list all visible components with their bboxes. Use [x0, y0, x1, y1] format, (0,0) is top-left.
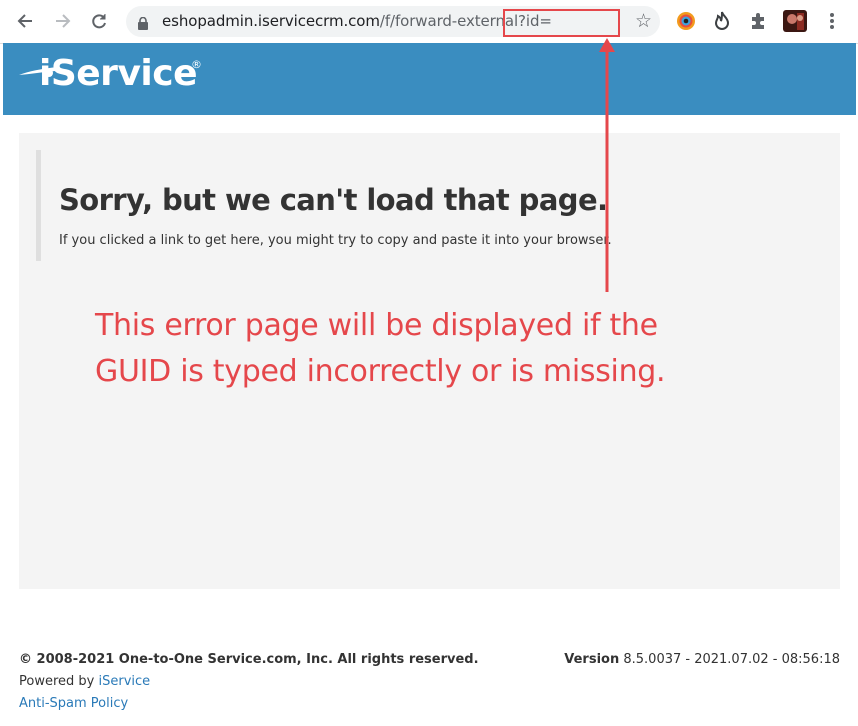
avatar[interactable]	[783, 9, 807, 33]
error-title: Sorry, but we can't load that page.	[59, 183, 608, 217]
error-description: If you clicked a link to get here, you m…	[59, 233, 612, 248]
version-value: 8.5.0037 - 2021.07.02 - 08:56:18	[619, 652, 840, 667]
blockquote-bar	[36, 150, 41, 261]
annotation-line-1: This error page will be displayed if the	[95, 308, 658, 343]
kebab-menu-icon[interactable]	[820, 9, 844, 33]
annotation-callout: This error page will be displayed if the…	[95, 303, 795, 395]
url-highlight-box	[503, 9, 620, 37]
reload-icon[interactable]	[86, 8, 112, 34]
powered-by: Powered by iService	[19, 671, 479, 693]
flame-extension-icon[interactable]	[710, 9, 734, 33]
powered-by-prefix: Powered by	[19, 674, 99, 689]
back-arrow-icon[interactable]	[12, 8, 38, 34]
puzzle-icon[interactable]	[746, 9, 770, 33]
anti-spam-policy-link[interactable]: Anti-Spam Policy	[19, 693, 479, 715]
color-wheel-extension-icon[interactable]	[674, 9, 698, 33]
iservice-link[interactable]: iService	[98, 674, 150, 689]
version-info: Version 8.5.0037 - 2021.07.02 - 08:56:18	[564, 649, 840, 671]
star-icon[interactable]: ☆	[635, 10, 652, 32]
annotation-arrow	[599, 38, 615, 292]
site-header: iService ®	[3, 43, 856, 115]
error-panel: Sorry, but we can't load that page. If y…	[19, 133, 840, 589]
copyright-text: © 2008-2021 One-to-One Service.com, Inc.…	[19, 652, 479, 667]
lock-icon[interactable]	[138, 15, 148, 30]
forward-arrow-icon[interactable]	[50, 8, 76, 34]
logo-text: iService	[39, 53, 198, 94]
browser-toolbar: eshopadmin.iservicecrm.com/f/forward-ext…	[0, 0, 858, 44]
annotation-line-2: GUID is typed incorrectly or is missing.	[95, 354, 666, 389]
url-text[interactable]: eshopadmin.iservicecrm.com/f/forward-ext…	[162, 12, 552, 30]
version-label: Version	[564, 652, 620, 667]
url-host: eshopadmin.iservicecrm.com	[162, 12, 380, 30]
logo-registered-mark: ®	[191, 58, 202, 71]
footer-left: © 2008-2021 One-to-One Service.com, Inc.…	[19, 649, 479, 715]
